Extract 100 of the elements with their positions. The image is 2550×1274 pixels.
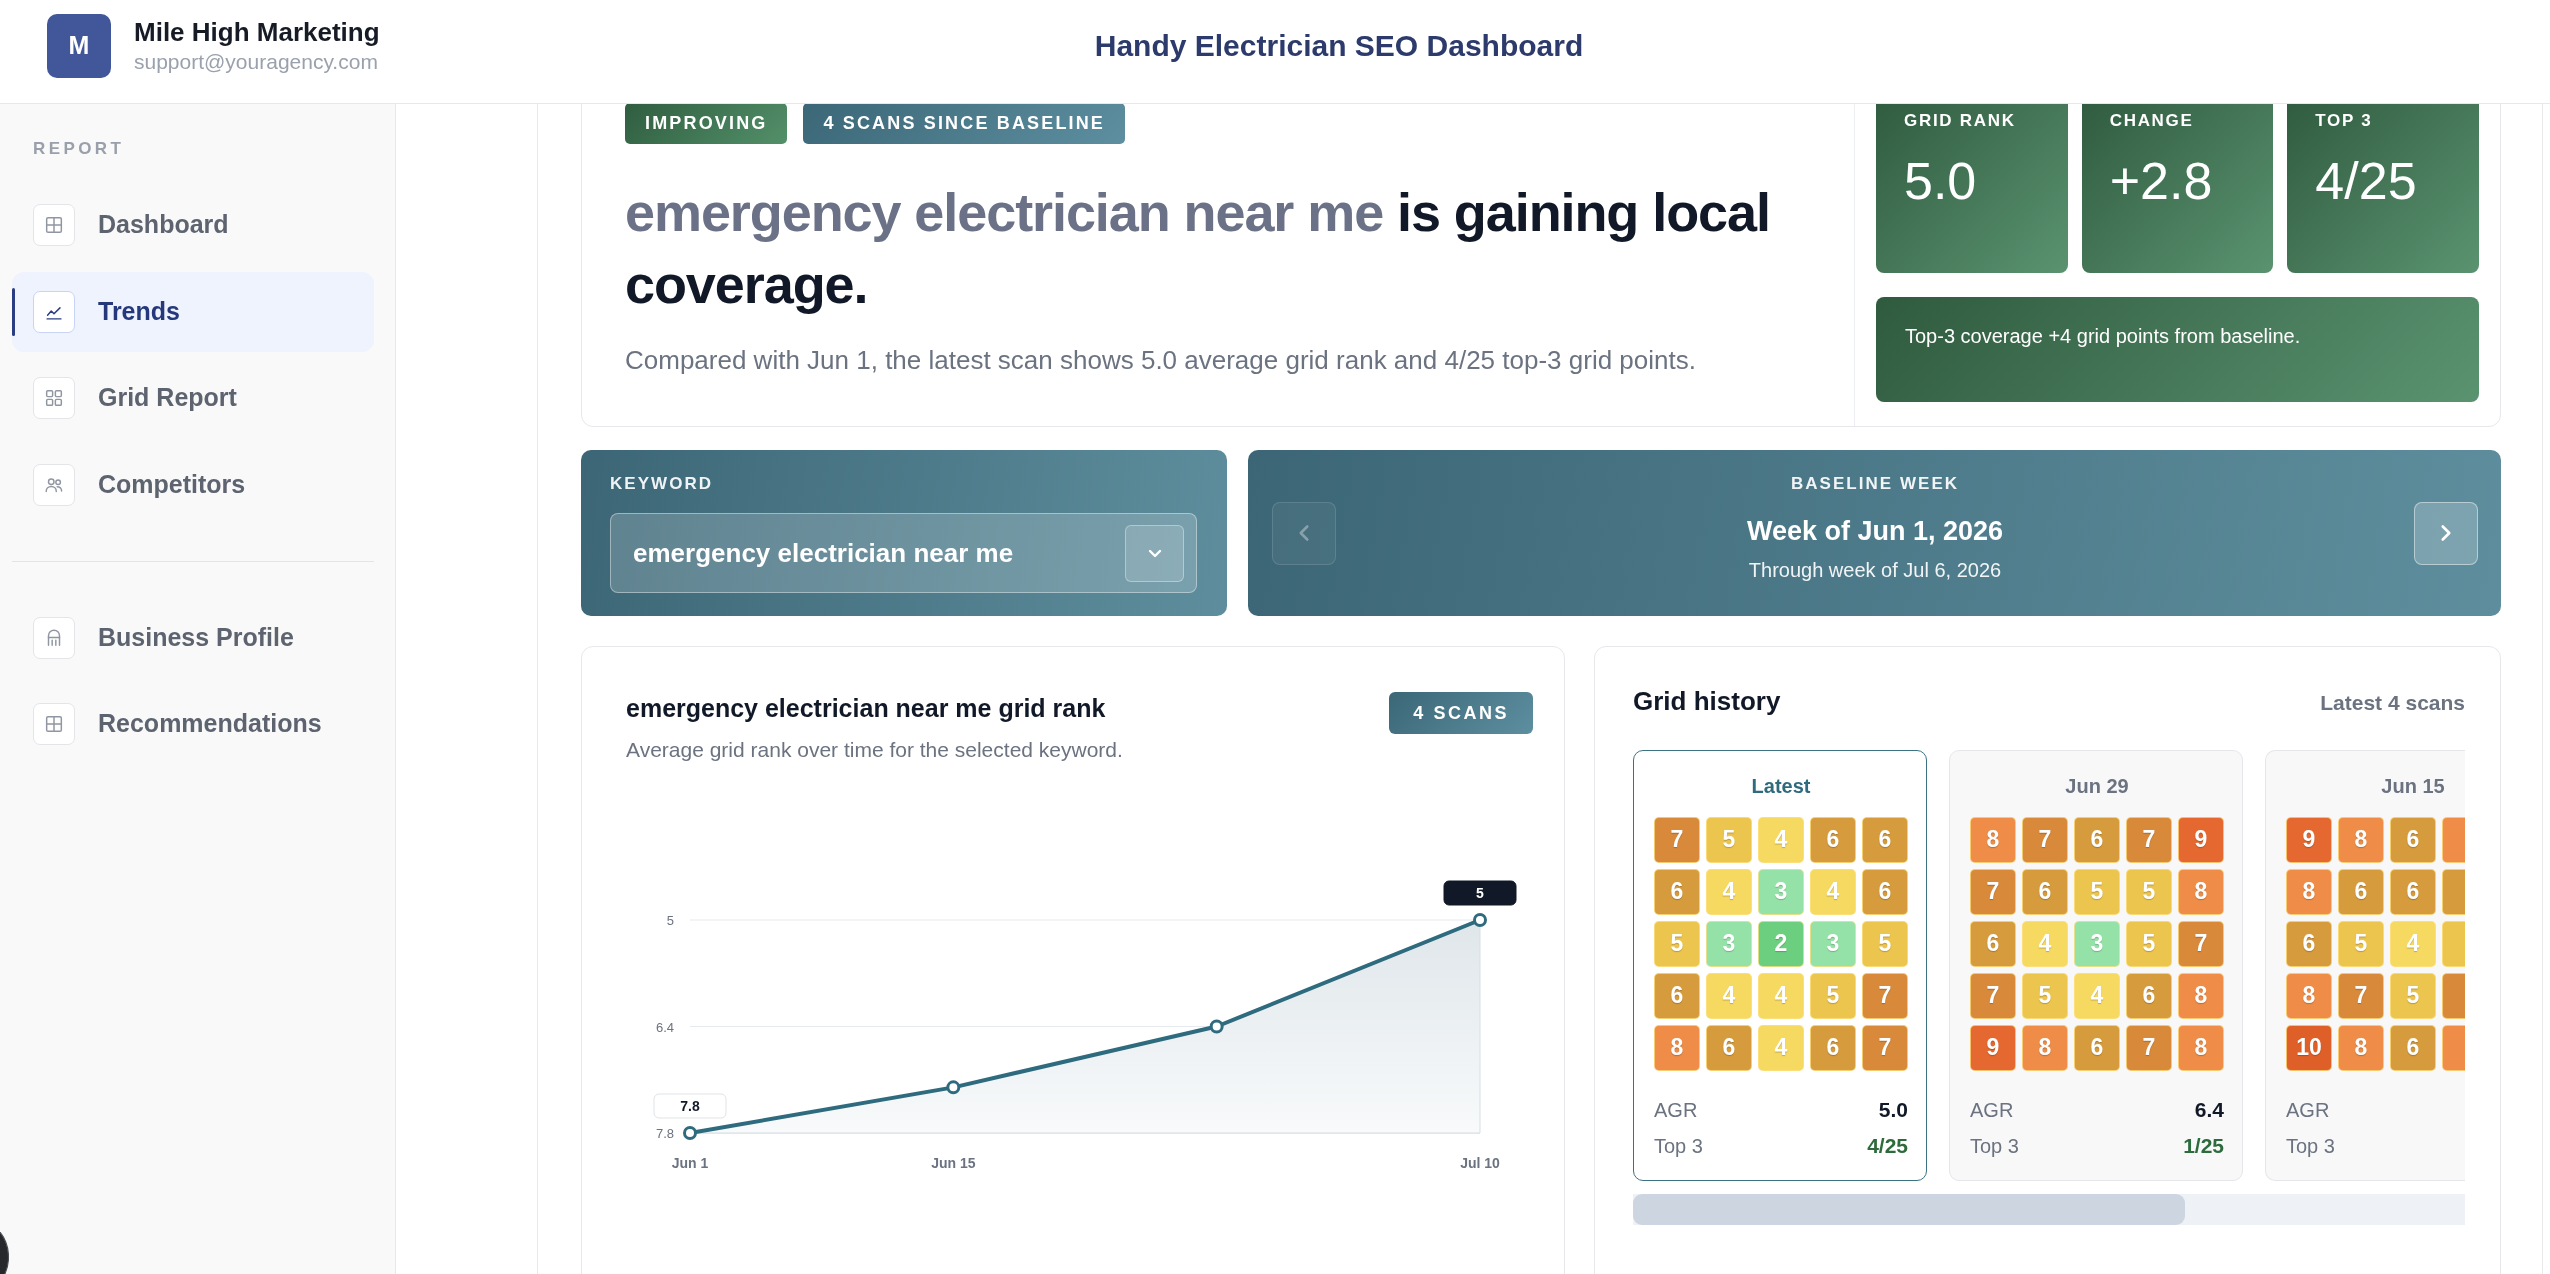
rank-tile: 3	[1758, 868, 1804, 915]
rank-tile: 5	[1706, 816, 1752, 863]
chart-title: emergency electrician near me grid rank	[626, 693, 1107, 724]
axis-tick-label: Jun 15	[931, 1155, 976, 1171]
chart-subtitle: Average grid rank over time for the selected keyword.	[626, 737, 1123, 763]
data-point	[1209, 1019, 1224, 1034]
rank-tile: 5	[2338, 920, 2384, 967]
stat-label: AGR	[1970, 1097, 2014, 1123]
card-title: Grid history	[1633, 685, 1781, 718]
rank-tile: 6	[2390, 1024, 2436, 1071]
stat-value: 4/25	[1867, 1132, 1908, 1159]
sidebar-item[interactable]: Trends	[12, 271, 374, 352]
keyword-select[interactable]: emergency electrician near me	[610, 513, 1197, 593]
people-icon	[33, 463, 75, 506]
coverage-note: Top-3 coverage +4 grid points from baseline.	[1876, 297, 2479, 402]
sidebar-item[interactable]: Recommendations	[12, 684, 374, 764]
stat-value: 5.0	[1904, 153, 1978, 210]
panel-title: Latest	[1751, 774, 1811, 797]
rank-tile: 8	[2286, 868, 2332, 915]
rank-tile: 7	[1970, 868, 2016, 915]
four-squares-icon	[33, 377, 75, 419]
rank-tile: 5	[2074, 868, 2120, 915]
rank-tile: 6	[2126, 972, 2172, 1019]
stat-label: Top 3	[1970, 1133, 2019, 1159]
axis-tick-label: 5	[666, 913, 674, 928]
rank-tile: 7	[2126, 1024, 2172, 1071]
scrollbar-thumb[interactable]	[1633, 1193, 2185, 1225]
rank-tile: 6	[1654, 868, 1700, 915]
scrollbar-track[interactable]	[1633, 1193, 2465, 1225]
section-label: REPORT	[32, 138, 126, 160]
stat-label: GRID RANK	[1904, 111, 2017, 131]
rank-tile: 9	[2178, 816, 2224, 863]
sidebar-item[interactable]: Business Profile	[12, 597, 374, 678]
rank-tile: 4	[1758, 972, 1804, 1019]
rank-tile: 7	[2338, 972, 2384, 1019]
window-grid-icon	[33, 703, 75, 745]
rank-tile: 4	[1706, 972, 1752, 1019]
rank-tile: 8	[2338, 816, 2384, 863]
line-chart-icon	[33, 290, 75, 333]
rank-tile: 7	[1862, 1024, 1908, 1071]
stat-value: +2.8	[2109, 153, 2214, 210]
data-point	[683, 1126, 697, 1140]
dashboard-title: Handy Electrician SEO Dashboard	[1094, 29, 1584, 62]
rank-tile: 6	[1862, 868, 1908, 915]
brand-logo: M	[47, 13, 111, 78]
data-label: 5	[1476, 885, 1485, 901]
rank-tile: 3	[1706, 920, 1752, 967]
data-point	[1473, 913, 1487, 927]
rank-tile: 8	[2178, 972, 2224, 1019]
section-label: BASELINE WEEK	[1789, 474, 1961, 494]
rank-tile: 4	[1758, 816, 1804, 863]
sidebar-item[interactable]: Grid Report	[12, 358, 374, 438]
sidebar-item[interactable]: Competitors	[12, 444, 374, 525]
grid-scan-panel[interactable]: Latest 7 5 4 6 6 6 4 3 4 6 5 3 2 3 5 6 4 4 5 7 8 6 4 6 7 AGR 5.0 Top 3 4/25	[1633, 749, 1927, 1181]
rank-tile: 6	[2390, 868, 2436, 915]
rank-tile: 9	[2286, 816, 2332, 863]
rank-tile: 4	[2022, 920, 2068, 967]
axis-tick-label: Jul 10	[1460, 1155, 1500, 1171]
building-icon	[33, 616, 75, 659]
floating-button[interactable]	[0, 1232, 9, 1274]
rank-tile: 8	[1654, 1024, 1700, 1071]
data-point	[946, 1080, 961, 1095]
stat-value: 4/25	[2315, 153, 2418, 210]
grid-scan-panel[interactable]: Jun 29 8 7 6 7 9 7 6 5 5 8 6 4 3 5 7 7 5 4 6 8 9 8 6 7 8 AGR 6.4 Top 3 1/25	[1949, 749, 2243, 1181]
rank-tile: 9	[1970, 1024, 2016, 1071]
sidebar-item[interactable]: Dashboard	[12, 185, 374, 265]
status-badge: IMPROVING	[625, 104, 788, 144]
stat-label: Top 3	[1654, 1133, 1703, 1159]
scan-count-badge: 4 SCANS SINCE BASELINE	[803, 104, 1126, 144]
stat-label: AGR	[1654, 1097, 1698, 1123]
stat-value: 6.4	[2194, 1096, 2224, 1123]
rank-tile: 10	[2286, 1024, 2332, 1071]
rank-tile: 6	[1970, 920, 2016, 967]
grid-scan-panel[interactable]: Jun 15 9 8 6 8 6 6 6 5 4 8 7 5 10 8 6 AGR Top 3	[2265, 749, 2465, 1181]
rank-tile: 5	[2390, 972, 2436, 1019]
field-label: KEYWORD	[610, 474, 715, 494]
rank-tile: 5	[2126, 920, 2172, 967]
next-week-button[interactable]	[2414, 501, 2478, 565]
scan-count-caption: Latest 4 scans	[2320, 690, 2465, 716]
axis-tick-label: Jun 1	[671, 1155, 709, 1171]
agency-email: support@youragency.com	[134, 48, 379, 75]
rank-tile: 7	[1862, 972, 1908, 1019]
rank-tile: 6	[1862, 816, 1908, 863]
rank-tile: 6	[2286, 920, 2332, 967]
rank-tile: 6	[2390, 816, 2436, 863]
stat-label: TOP 3	[2315, 111, 2374, 131]
rank-tile: 8	[1970, 816, 2016, 863]
rank-tile: 5	[1654, 920, 1700, 967]
window-grid-icon	[33, 204, 75, 246]
rank-tile: 6	[2338, 868, 2384, 915]
stat-label: CHANGE	[2109, 111, 2195, 131]
rank-tile: 6	[1706, 1024, 1752, 1071]
rank-tile: 8	[2178, 868, 2224, 915]
rank-tile: 7	[2126, 816, 2172, 863]
chevron-down-icon	[1125, 524, 1184, 582]
rank-tile: 5	[1862, 920, 1908, 967]
rank-tile: 5	[2022, 972, 2068, 1019]
stat-label: Top 3	[2286, 1133, 2335, 1159]
rank-tile: 5	[2126, 868, 2172, 915]
agency-name: Mile High Marketing	[134, 16, 380, 48]
